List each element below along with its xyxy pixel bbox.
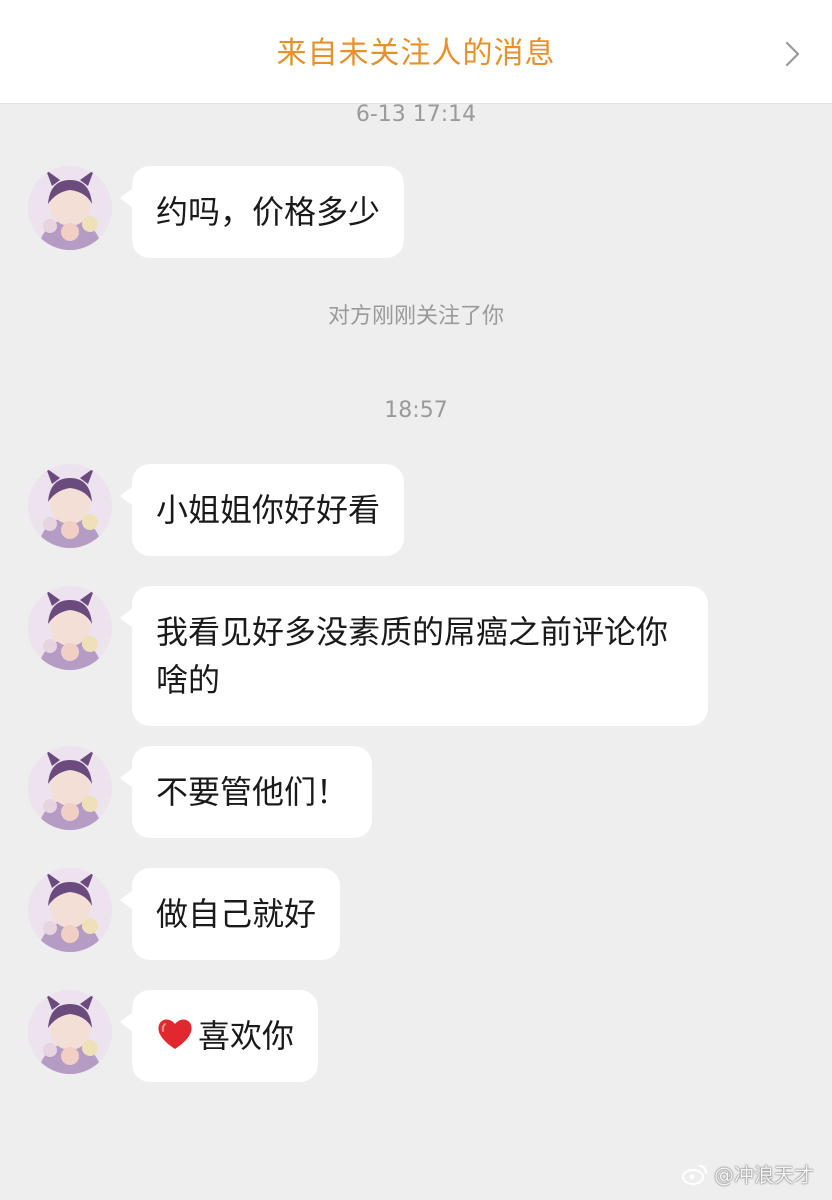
chevron-right-icon[interactable] xyxy=(778,40,806,68)
avatar[interactable] xyxy=(28,746,112,830)
message-bubble[interactable]: 喜欢你 xyxy=(119,990,319,1082)
message-bubble[interactable]: 我看见好多没素质的屌癌之前评论你啥的 xyxy=(120,586,708,726)
watermark: @冲浪天才 xyxy=(682,1159,814,1188)
header-title: 来自未关注人的消息 xyxy=(276,36,556,71)
avatar[interactable] xyxy=(28,990,112,1074)
message-bubble[interactable]: 做自己就好 xyxy=(119,868,341,960)
red-heart-icon xyxy=(156,1016,194,1050)
avatar[interactable] xyxy=(28,464,112,548)
watermark-text: @冲浪天才 xyxy=(714,1163,814,1187)
follow-system-note: 对方刚刚关注了你 xyxy=(327,304,504,329)
message-bubble[interactable]: 小姐姐你好好看 xyxy=(119,464,405,556)
timestamp: 6-13 17:14 xyxy=(355,102,477,127)
timestamp: 18:57 xyxy=(384,398,448,423)
message-bubble[interactable]: 约吗，价格多少 xyxy=(119,166,405,258)
avatar[interactable] xyxy=(28,166,112,250)
header-bar[interactable]: 来自未关注人的消息 xyxy=(0,0,832,104)
weibo-logo-icon xyxy=(682,1163,708,1185)
message-text: 喜欢你 xyxy=(198,1017,295,1055)
avatar[interactable] xyxy=(28,586,112,670)
avatar[interactable] xyxy=(28,868,112,952)
message-bubble[interactable]: 不要管他们！ xyxy=(119,746,373,838)
